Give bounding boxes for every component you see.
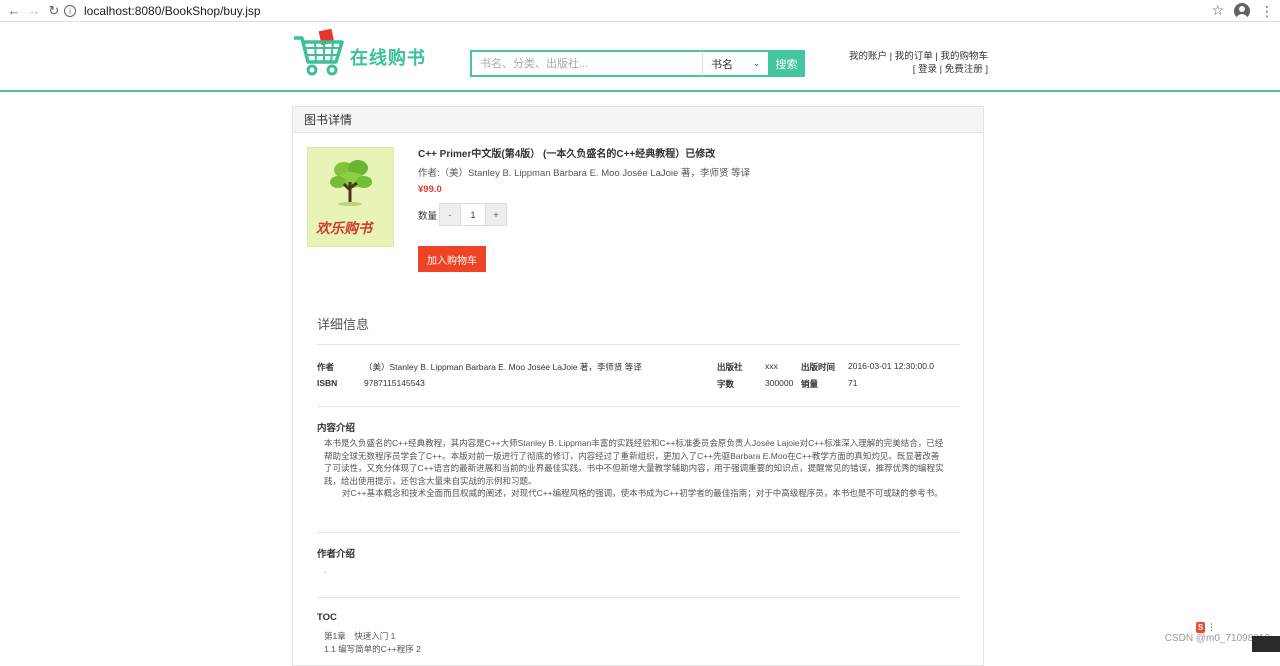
sogou-icon: S (1196, 622, 1205, 633)
corner-widget (1252, 636, 1280, 652)
publisher-label: 出版社 (717, 361, 743, 373)
book-detail-panel: 图书详情 欢乐购书 C++ Primer中文版(第4版） (一本久负盛名的C++… (292, 106, 984, 666)
shopping-cart-icon (292, 26, 348, 78)
intro-body: 本书是久负盛名的C++经典教程，其内容是C++大师Stanley B. Lipp… (324, 437, 944, 500)
site-header: 在线购书 书名 ⌄ 搜索 我的账户 | 我的订单 | 我的购物车 [ 登录 | … (0, 22, 1280, 92)
ime-indicator[interactable]: S ⋮ (1196, 620, 1216, 634)
details-heading: 详细信息 (317, 314, 369, 333)
pubdate-label: 出版时间 (801, 361, 835, 373)
quantity-minus-button[interactable]: - (440, 204, 460, 225)
register-link[interactable]: 免费注册 (945, 64, 983, 75)
divider (317, 406, 960, 407)
chevron-down-icon: ⌄ (753, 59, 760, 68)
search-button[interactable]: 搜索 (768, 50, 805, 77)
publisher-value: xxx (765, 361, 778, 371)
bookmark-star-icon[interactable]: ☆ (1211, 2, 1224, 19)
divider (317, 344, 960, 345)
author-intro-heading: 作者介绍 (317, 546, 355, 560)
search-bar: 书名 ⌄ 搜索 (470, 50, 805, 77)
site-logo[interactable]: 在线购书 (292, 26, 432, 78)
quantity-stepper: - 1 + (439, 203, 507, 226)
words-label: 字数 (717, 378, 734, 390)
search-input[interactable] (470, 50, 702, 77)
quantity-row: 数量 - 1 + (418, 203, 507, 226)
toc-line: 第1章 快速入门 1 (324, 630, 421, 643)
book-price: ¥99.0 (418, 184, 442, 195)
author-value: （美）Stanley B. Lippman Barbara E. Moo Jos… (364, 361, 642, 373)
panel-title: 图书详情 (293, 107, 983, 133)
search-type-value: 书名 (711, 56, 733, 72)
intro-paragraph: 本书是久负盛名的C++经典教程，其内容是C++大师Stanley B. Lipp… (324, 437, 944, 487)
my-orders-link[interactable]: 我的订单 (895, 51, 933, 62)
forward-arrow-icon[interactable]: → (26, 3, 42, 19)
toc-line: 1.1 编写简单的C++程序 2 (324, 643, 421, 656)
words-value: 300000 (765, 378, 793, 388)
intro-heading: 内容介绍 (317, 420, 355, 434)
my-account-link[interactable]: 我的账户 (849, 51, 887, 62)
account-icon[interactable] (1234, 3, 1250, 19)
user-links: 我的账户 | 我的订单 | 我的购物车 [ 登录 | 免费注册 ] (849, 50, 988, 76)
book-cover: 欢乐购书 (307, 147, 394, 247)
pubdate-value: 2016-03-01 12:30:00.0 (848, 361, 934, 371)
search-type-select[interactable]: 书名 ⌄ (702, 50, 768, 77)
browser-toolbar: ← → ↻ i localhost:8080/BookShop/buy.jsp … (0, 0, 1280, 22)
book-title: C++ Primer中文版(第4版） (一本久负盛名的C++经典教程）已修改 (418, 145, 715, 160)
intro-paragraph: 对C++基本概念和技术全面而且权威的阐述，对现代C++编程风格的强调，使本书成为… (324, 487, 944, 500)
ime-menu-icon: ⋮ (1207, 622, 1216, 633)
isbn-label: ISBN (317, 378, 337, 388)
add-to-cart-button[interactable]: 加入购物车 (418, 246, 486, 272)
login-link[interactable]: 登录 (918, 64, 937, 75)
info-icon[interactable]: i (64, 5, 76, 17)
my-cart-link[interactable]: 我的购物车 (941, 51, 989, 62)
sales-value: 71 (848, 378, 857, 388)
toc-body: 第1章 快速入门 1 1.1 编写简单的C++程序 2 (324, 630, 421, 656)
divider (317, 597, 960, 598)
author-label: 作者 (317, 361, 334, 373)
quantity-input[interactable]: 1 (460, 204, 486, 225)
divider (317, 532, 960, 533)
reload-icon[interactable]: ↻ (46, 3, 62, 19)
quantity-label: 数量 (418, 208, 437, 222)
back-arrow-icon[interactable]: ← (6, 3, 22, 19)
sales-label: 销量 (801, 378, 818, 390)
address-bar[interactable]: i localhost:8080/BookShop/buy.jsp (64, 0, 1214, 22)
cover-text: 欢乐购书 (316, 218, 372, 238)
quantity-plus-button[interactable]: + (486, 204, 506, 225)
logo-text: 在线购书 (350, 44, 426, 70)
tree-icon (308, 152, 395, 222)
toc-heading: TOC (317, 612, 337, 623)
isbn-value: 9787115145543 (364, 378, 425, 388)
book-author: 作者:（美）Stanley B. Lippman Barbara E. Moo … (418, 165, 750, 179)
url-text[interactable]: localhost:8080/BookShop/buy.jsp (84, 4, 261, 18)
author-intro-body: . (324, 565, 326, 575)
menu-kebab-icon[interactable]: ⋮ (1260, 6, 1274, 16)
